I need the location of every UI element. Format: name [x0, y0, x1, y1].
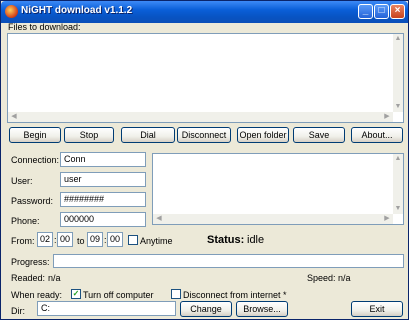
speed-value: n/a — [338, 273, 351, 283]
files-list[interactable]: ▲ ▼ ◀ ▶ — [7, 33, 404, 123]
turn-off-label: Turn off computer — [83, 290, 154, 300]
connection-field[interactable]: Conn — [60, 152, 146, 167]
maximize-button[interactable]: □ — [374, 4, 389, 19]
disconnect-button[interactable]: Disconnect — [177, 127, 231, 143]
scroll-left-icon[interactable]: ◀ — [9, 113, 19, 121]
password-field[interactable]: ######## — [60, 192, 146, 207]
phone-field[interactable]: 000000 — [60, 212, 146, 227]
stop-button[interactable]: Stop — [64, 127, 114, 143]
password-label: Password: — [11, 196, 54, 206]
user-field[interactable]: user — [60, 172, 146, 187]
app-icon — [5, 5, 18, 18]
log-scroll-up-icon[interactable]: ▲ — [393, 155, 403, 163]
browse-button[interactable]: Browse... — [236, 301, 288, 317]
anytime-checkbox[interactable] — [128, 235, 138, 245]
log-panel[interactable]: ▲ ▼ ◀ ▶ — [152, 153, 404, 225]
progress-bar — [53, 254, 404, 268]
to-minute-field[interactable]: 00 — [107, 232, 123, 247]
scroll-right-icon[interactable]: ▶ — [382, 113, 392, 121]
close-button[interactable]: × — [390, 4, 405, 19]
from-minute-field[interactable]: 00 — [57, 232, 73, 247]
log-vertical-scrollbar[interactable]: ▲ ▼ — [393, 154, 403, 214]
scroll-up-icon[interactable]: ▲ — [393, 35, 403, 43]
turn-off-checkbox[interactable]: ✓ — [71, 289, 81, 299]
phone-label: Phone: — [11, 216, 40, 226]
from-label: From: — [11, 236, 35, 246]
minimize-button[interactable]: _ — [358, 4, 373, 19]
to-label: to — [77, 236, 85, 246]
status-value: idle — [247, 234, 265, 246]
dial-button[interactable]: Dial — [121, 127, 175, 143]
exit-button[interactable]: Exit — [351, 301, 403, 317]
files-horizontal-scrollbar[interactable]: ◀ ▶ — [8, 112, 393, 122]
log-scroll-right-icon[interactable]: ▶ — [382, 215, 392, 223]
connection-label: Connection: — [11, 155, 60, 165]
save-button[interactable]: Save — [293, 127, 345, 143]
disconnect-internet-label: Disconnect from internet * — [183, 290, 287, 300]
about-button[interactable]: About... — [351, 127, 403, 143]
scroll-down-icon[interactable]: ▼ — [393, 103, 403, 111]
log-scroll-down-icon[interactable]: ▼ — [393, 205, 403, 213]
to-hour-field[interactable]: 09 — [87, 232, 103, 247]
files-label: Files to download: — [8, 22, 81, 32]
begin-button[interactable]: Begin — [9, 127, 61, 143]
user-label: User: — [11, 176, 33, 186]
readed-label: Readed: — [11, 273, 46, 283]
app-window: NiGHT download v1.1.2 _ □ × Files to dow… — [0, 0, 409, 320]
when-ready-label: When ready: — [11, 290, 63, 300]
status-label: Status: — [207, 234, 245, 246]
title-bar[interactable]: NiGHT download v1.1.2 _ □ × — [1, 1, 408, 23]
dir-label: Dir: — [11, 306, 25, 316]
change-button[interactable]: Change — [180, 301, 232, 317]
disconnect-internet-checkbox[interactable] — [171, 289, 181, 299]
open-folder-button[interactable]: Open folder — [237, 127, 289, 143]
speed-label: Speed: — [307, 273, 336, 283]
anytime-label: Anytime — [140, 236, 173, 246]
dir-field[interactable]: C: — [37, 301, 176, 316]
readed-value: n/a — [48, 273, 61, 283]
log-horizontal-scrollbar[interactable]: ◀ ▶ — [153, 214, 393, 224]
files-vertical-scrollbar[interactable]: ▲ ▼ — [393, 34, 403, 112]
progress-label: Progress: — [11, 257, 50, 267]
from-hour-field[interactable]: 02 — [37, 232, 53, 247]
window-title: NiGHT download v1.1.2 — [21, 5, 133, 16]
log-scroll-left-icon[interactable]: ◀ — [154, 215, 164, 223]
